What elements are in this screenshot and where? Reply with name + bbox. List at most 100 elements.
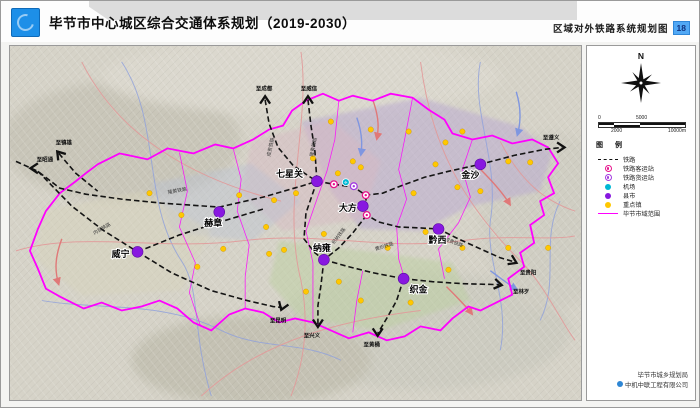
footer-company-line: 中机中联工程有限公司	[617, 381, 688, 391]
town-dot	[460, 129, 465, 134]
direction-arrow-label: 至昭通	[37, 155, 54, 163]
county-dot	[214, 207, 225, 218]
town-dot	[358, 298, 363, 303]
direction-arrow-label: 至贵阳	[520, 269, 537, 277]
town-dot	[328, 119, 333, 124]
county-dot	[475, 159, 486, 170]
town-dot	[358, 165, 363, 170]
map-panel: 成贵铁路隆黄铁路隆黄铁路内昆铁路织纳铁路黄织铁路成贵铁路至成都至威信至镇雄至昭通…	[9, 45, 582, 401]
ring-magenta-symbol	[605, 165, 612, 172]
passenger-station-dot	[366, 214, 368, 216]
passenger-station-dot	[365, 194, 367, 196]
county-label: 金沙	[460, 169, 479, 180]
county-label: 大方	[339, 202, 357, 213]
sheet-title-block: 区域对外铁路系统规划图 18	[553, 21, 690, 35]
airplane-glyph: ✈	[344, 180, 348, 185]
compass: N	[587, 51, 695, 110]
town-dot	[147, 190, 152, 195]
town-dot	[336, 279, 341, 284]
town-dot	[433, 162, 438, 167]
direction-arrow-label: 至昆明	[270, 316, 287, 324]
map-sheet-title: 区域对外铁路系统规划图	[553, 21, 669, 35]
town-dot	[527, 160, 532, 165]
town-dot	[293, 190, 298, 195]
county-dot	[132, 246, 143, 257]
legend-item-label: 铁路	[623, 155, 635, 164]
legend-item-label: 毕节市域范围	[623, 209, 660, 218]
county-dot	[357, 201, 368, 212]
page: 毕节市中心城区综合交通体系规划（2019-2030） 区域对外铁路系统规划图 1…	[0, 0, 700, 408]
scale-tick: 2000	[611, 129, 622, 134]
county-label: 黔西	[428, 234, 447, 245]
town-dot	[368, 127, 373, 132]
direction-arrow-label: 至威信	[301, 85, 318, 93]
legend-item: 机场	[596, 182, 692, 191]
town-dot	[478, 188, 483, 193]
legend-title: 图 例	[596, 140, 692, 150]
legend-items: 铁路铁路客运站铁路货运站机场县市重点镇毕节市域范围	[596, 155, 692, 218]
town-dot	[281, 247, 286, 252]
scale-tick: 5000	[636, 116, 647, 121]
county-dot	[433, 223, 444, 234]
planning-bureau-logo-icon	[11, 8, 40, 37]
freight-station-dot	[353, 185, 355, 187]
railway-map: 成贵铁路隆黄铁路隆黄铁路内昆铁路织纳铁路黄织铁路成贵铁路至成都至威信至镇雄至昭通…	[10, 46, 581, 400]
legend-item: 毕节市域范围	[596, 209, 692, 218]
legend: 图 例 铁路铁路客运站铁路货运站机场县市重点镇毕节市域范围	[596, 140, 692, 218]
rail-legend-icon	[596, 159, 620, 160]
boundary-symbol	[598, 213, 618, 214]
town-dot	[350, 159, 355, 164]
town-dot	[443, 140, 448, 145]
town-dot	[271, 197, 276, 202]
direction-arrow-label: 至林歹	[513, 288, 530, 296]
dot-purple-legend-icon	[596, 193, 620, 199]
legend-panel: N 0 5000 2000 10000m	[586, 45, 696, 401]
legend-item-label: 机场	[623, 182, 635, 191]
town-dot	[446, 267, 451, 272]
ring-purple-legend-icon	[596, 174, 620, 181]
legend-item-label: 重点镇	[623, 200, 642, 209]
legend-item: 铁路货运站	[596, 173, 692, 182]
county-dot	[311, 176, 322, 187]
town-dot	[303, 289, 308, 294]
town-dot	[545, 245, 550, 250]
legend-item-label: 铁路客运站	[623, 164, 654, 173]
county-label: 织金	[410, 284, 429, 295]
direction-arrow-label: 至兴义	[304, 331, 321, 339]
county-dot	[398, 273, 409, 284]
town-dot	[179, 212, 184, 217]
direction-arrow-label: 至黄桶	[364, 340, 381, 348]
panel-footer: 毕节市城乡规划局 中机中联工程有限公司	[617, 371, 688, 391]
county-label: 七星关	[276, 168, 303, 179]
company-logo-icon	[617, 381, 623, 387]
scale-tick: 10000m	[668, 129, 686, 134]
legend-item: 重点镇	[596, 200, 692, 209]
legend-item-label: 县市	[623, 191, 635, 200]
town-dot	[335, 171, 340, 176]
dot-yellow-legend-icon	[596, 202, 620, 208]
page-number-badge: 18	[673, 21, 690, 35]
legend-item: 铁路客运站	[596, 164, 692, 173]
boundary-legend-icon	[596, 213, 620, 214]
compass-rose-icon	[619, 61, 663, 105]
direction-arrow-label: 至遵义	[543, 133, 560, 141]
town-dot	[321, 231, 326, 236]
county-label: 纳雍	[313, 242, 331, 253]
scale-tick: 0	[598, 116, 601, 121]
town-dot	[221, 246, 226, 251]
footer-agency: 毕节市城乡规划局	[617, 371, 688, 381]
header: 毕节市中心城区综合交通体系规划（2019-2030） 区域对外铁路系统规划图 1…	[1, 1, 699, 42]
footer-company: 中机中联工程有限公司	[625, 382, 688, 389]
legend-item-label: 铁路货运站	[623, 173, 654, 182]
rail-symbol	[598, 159, 618, 160]
legend-item: 铁路	[596, 155, 692, 164]
county-label: 威宁	[112, 248, 130, 259]
town-dot	[237, 192, 242, 197]
passenger-station-dot	[333, 183, 335, 185]
town-dot	[195, 264, 200, 269]
town-dot	[263, 224, 268, 229]
town-dot	[423, 229, 428, 234]
town-dot	[266, 251, 271, 256]
county-dot	[318, 254, 329, 265]
dot-yellow-symbol	[605, 202, 611, 208]
